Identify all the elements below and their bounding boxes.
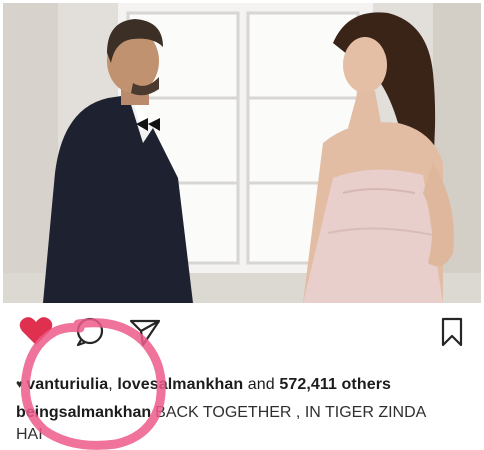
- likes-summary: ♥ vanturiulia, lovesalmankhan and 572,411…: [16, 376, 391, 394]
- liked-by-and: and: [243, 376, 280, 393]
- likes-count[interactable]: 572,411 others: [279, 376, 391, 393]
- post-photo[interactable]: [3, 3, 481, 303]
- heart-icon[interactable]: [19, 316, 53, 346]
- liked-by-user-1[interactable]: vanturiulia: [26, 376, 108, 393]
- post-caption: beingsalmankhan BACK TOGETHER , IN TIGER …: [16, 402, 456, 446]
- small-heart-icon: ♥: [16, 377, 24, 391]
- comment-icon[interactable]: [75, 317, 105, 347]
- post-action-bar: [3, 305, 481, 365]
- liked-by-user-2[interactable]: lovesalmankhan: [117, 376, 243, 393]
- bookmark-icon[interactable]: [440, 317, 464, 347]
- caption-username[interactable]: beingsalmankhan: [16, 404, 151, 421]
- liked-by-separator: ,: [108, 376, 118, 393]
- send-icon[interactable]: [129, 317, 161, 347]
- photo-illustration: [3, 3, 481, 303]
